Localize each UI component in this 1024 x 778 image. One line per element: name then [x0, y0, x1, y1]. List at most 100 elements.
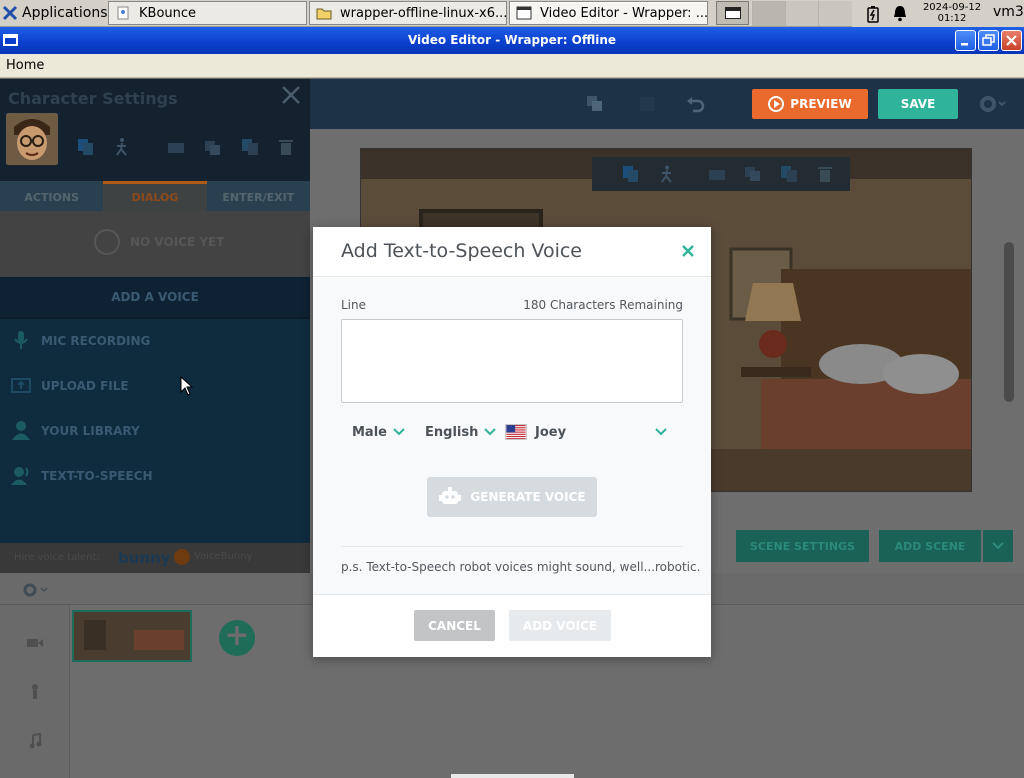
- settings-gear-icon[interactable]: [978, 93, 1006, 115]
- voice-select[interactable]: Joey: [505, 421, 677, 443]
- save-label: SAVE: [900, 97, 936, 111]
- gender-select[interactable]: Male: [352, 421, 405, 443]
- voice-option-upload-file[interactable]: UPLOAD FILE: [0, 364, 310, 409]
- task-label: wrapper-offline-linux-x6...: [340, 5, 507, 21]
- bunny-brand-link[interactable]: bunny: [118, 549, 171, 567]
- clock[interactable]: 2024-09-12 01:12: [920, 2, 984, 24]
- layer-back-icon[interactable]: [744, 165, 762, 183]
- paste-icon[interactable]: [636, 93, 658, 115]
- kbounce-icon: [117, 6, 129, 20]
- show-desktop-button[interactable]: [716, 1, 749, 25]
- window-title: Video Editor - Wrapper: Offline: [407, 33, 617, 47]
- applications-menu[interactable]: Applications ☰: [2, 2, 120, 24]
- minimize-button[interactable]: [955, 30, 976, 51]
- xfce-logo-icon: [2, 5, 18, 21]
- task-video-editor[interactable]: Video Editor - Wrapper: ...: [509, 1, 708, 25]
- battery-icon[interactable]: [866, 5, 880, 23]
- speech-icon: [11, 467, 29, 485]
- walk-action-icon[interactable]: [112, 137, 132, 157]
- character-tabs: ACTIONS DIALOG ENTER/EXIT: [0, 181, 310, 211]
- character-settings-panel: Character Settings ACTIONS DIALOG ENTER/…: [0, 79, 310, 573]
- menu-home[interactable]: Home: [6, 58, 44, 73]
- timeline-track-labels: [0, 605, 70, 778]
- scene-thumbnail[interactable]: [72, 610, 192, 662]
- layer-icon[interactable]: [166, 137, 186, 157]
- scene-object-toolbar: [592, 157, 850, 191]
- trash-icon[interactable]: [816, 165, 834, 183]
- add-voice-button[interactable]: ADD VOICE: [509, 610, 611, 641]
- timeline-settings-icon[interactable]: [22, 582, 52, 598]
- workspace-3[interactable]: [818, 1, 852, 26]
- voice-option-text-to-speech[interactable]: TEXT-TO-SPEECH: [0, 454, 310, 499]
- maximize-button[interactable]: [978, 30, 999, 51]
- layer-icon[interactable]: [708, 167, 726, 181]
- task-file-manager[interactable]: wrapper-offline-linux-x6...: [309, 1, 507, 25]
- restore-icon: [982, 34, 995, 46]
- character-face-image: [6, 113, 58, 165]
- line-label: Line: [341, 298, 367, 312]
- generate-voice-button[interactable]: GENERATE VOICE: [427, 477, 597, 517]
- tab-dialog[interactable]: DIALOG: [103, 181, 207, 211]
- scene-settings-label: SCENE SETTINGS: [749, 539, 855, 553]
- add-voice-label: ADD A VOICE: [111, 290, 199, 304]
- no-voice-area: NO VOICE YET: [0, 211, 310, 277]
- layer-back-icon[interactable]: [203, 137, 223, 157]
- cancel-button[interactable]: CANCEL: [414, 610, 495, 641]
- applications-label: Applications: [22, 5, 108, 21]
- minimize-icon: [961, 43, 968, 46]
- music-track-icon: [29, 733, 42, 749]
- tab-actions[interactable]: ACTIONS: [0, 181, 103, 211]
- stage-scrollbar[interactable]: [1004, 242, 1014, 402]
- window-icon: [725, 7, 741, 19]
- undo-icon[interactable]: [684, 93, 706, 115]
- add-scene-plus-button[interactable]: +: [219, 620, 255, 656]
- close-window-button[interactable]: [1001, 30, 1022, 51]
- layer-front-icon[interactable]: [240, 137, 260, 157]
- tts-note: p.s. Text-to-Speech robot voices might s…: [341, 560, 701, 574]
- voice-option-mic-recording[interactable]: MIC RECORDING: [0, 319, 310, 364]
- layer-front-icon[interactable]: [780, 165, 798, 183]
- trash-icon[interactable]: [276, 137, 296, 157]
- voice-option-your-library[interactable]: YOUR LIBRARY: [0, 409, 310, 454]
- duplicate-icon[interactable]: [76, 137, 96, 157]
- line-text-input[interactable]: [341, 319, 683, 403]
- voice-option-label: UPLOAD FILE: [41, 379, 129, 393]
- close-panel-icon[interactable]: [281, 85, 301, 105]
- preview-button[interactable]: PREVIEW: [752, 89, 868, 119]
- chevron-down-icon: [655, 428, 667, 436]
- save-button[interactable]: SAVE: [878, 89, 958, 119]
- duplicate-icon[interactable]: [622, 165, 640, 183]
- divider: [341, 546, 683, 547]
- close-dialog-icon[interactable]: [679, 242, 697, 260]
- window-titlebar[interactable]: Video Editor - Wrapper: Offline: [0, 27, 1024, 54]
- character-avatar[interactable]: [6, 113, 58, 165]
- scene-settings-button[interactable]: SCENE SETTINGS: [736, 530, 869, 562]
- no-voice-text: NO VOICE YET: [130, 235, 225, 249]
- workspace-1[interactable]: [752, 1, 785, 26]
- user-library-icon: [12, 421, 30, 440]
- tab-enter-exit[interactable]: ENTER/EXIT: [207, 181, 310, 211]
- walk-action-icon[interactable]: [658, 165, 676, 183]
- add-scene-button[interactable]: ADD SCENE: [879, 530, 981, 562]
- dialog-body: Line 180 Characters Remaining Male Engli…: [313, 278, 711, 595]
- clock-date: 2024-09-12: [922, 2, 982, 13]
- language-select[interactable]: English: [425, 421, 497, 443]
- folder-icon: [316, 8, 332, 20]
- no-voice-icon: [94, 229, 120, 255]
- video-track-icon: [27, 639, 43, 647]
- add-voice-header[interactable]: ADD A VOICE: [0, 277, 310, 319]
- add-scene-dropdown[interactable]: [983, 530, 1013, 562]
- notification-bell-icon[interactable]: [892, 5, 908, 22]
- add-scene-label: ADD SCENE: [894, 539, 966, 553]
- language-value: English: [425, 424, 479, 440]
- chevron-down-icon: [992, 542, 1004, 550]
- workspace-2[interactable]: [785, 1, 818, 26]
- task-label: Video Editor - Wrapper: ...: [540, 5, 708, 21]
- generate-voice-label: GENERATE VOICE: [470, 490, 586, 504]
- play-icon: [768, 96, 785, 112]
- user-name[interactable]: vm3: [993, 4, 1024, 20]
- copy-icon[interactable]: [584, 93, 606, 115]
- character-panel-header: Character Settings: [0, 79, 310, 181]
- task-kbounce[interactable]: KBounce: [108, 1, 307, 25]
- voicebunny-brand-link[interactable]: VoiceBunny: [194, 551, 252, 562]
